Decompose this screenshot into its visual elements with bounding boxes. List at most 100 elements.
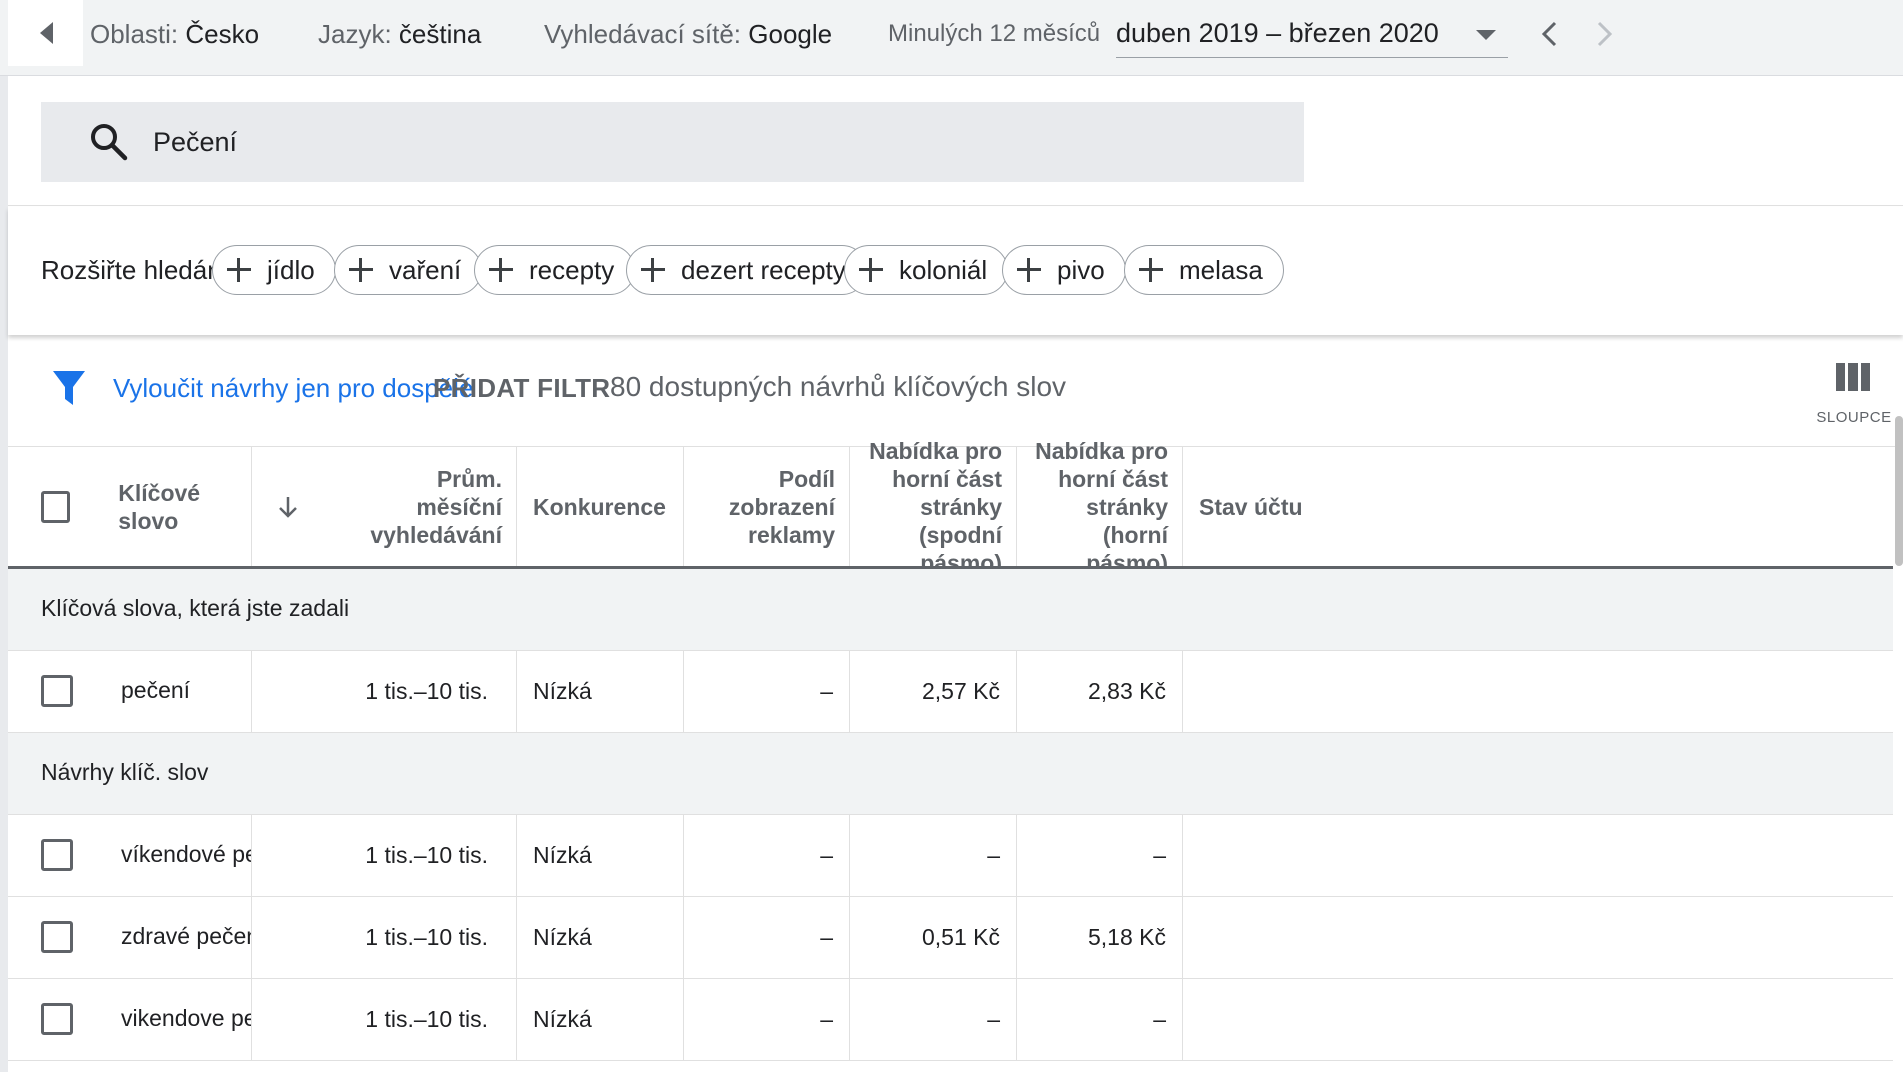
back-arrow-icon (39, 22, 53, 44)
back-button[interactable] (8, 0, 83, 66)
header-bid-high[interactable]: Nabídka pro horní část stránky (horní pá… (1017, 438, 1183, 576)
status-cell (1183, 815, 1893, 896)
exclude-adult-ideas-link[interactable]: Vyloučit návrhy jen pro dospělé (113, 373, 473, 404)
search-input[interactable] (153, 120, 1253, 164)
chip-pivo[interactable]: pivo (1002, 245, 1126, 295)
bid-low-cell: 0,51 Kč (850, 897, 1017, 978)
searches-cell: 1 tis.–10 tis. (252, 897, 517, 978)
columns-label: SLOUPCE (1816, 409, 1892, 426)
chip-recepty[interactable]: recepty (474, 245, 636, 295)
broaden-search-label: Rozšiřte hledání: (41, 255, 237, 285)
chip-melasa[interactable]: melasa (1124, 245, 1284, 295)
chip-dezert-recepty[interactable]: dezert recepty (626, 245, 867, 295)
main-panel: Rozšiřte hledání: jídlo vaření recepty d… (8, 76, 1903, 1072)
bid-low-cell: 2,57 Kč (850, 651, 1017, 732)
status-cell (1183, 651, 1893, 732)
bid-high-cell: 5,18 Kč (1017, 897, 1183, 978)
searches-cell: 1 tis.–10 tis. (252, 651, 517, 732)
chip-label: dezert recepty (681, 254, 846, 285)
header-keyword[interactable]: Klíčové slovo (8, 447, 252, 566)
row-checkbox[interactable] (41, 921, 73, 953)
table-row[interactable]: víkendové peč… 1 tis.–10 tis. Nízká – – … (8, 815, 1893, 897)
plus-icon (639, 256, 667, 284)
plus-icon (1137, 256, 1165, 284)
header-impression-share[interactable]: Podíl zobrazení reklamy (684, 447, 850, 566)
competition-cell: Nízká (517, 897, 684, 978)
bid-low-cell: – (850, 815, 1017, 896)
language-setting[interactable]: Jazyk: čeština (318, 18, 481, 50)
header-bid-low[interactable]: Nabídka pro horní část stránky (spodní p… (850, 438, 1017, 576)
group-label: Klíčová slova, která jste zadali (41, 595, 350, 621)
row-checkbox[interactable] (41, 839, 73, 871)
network-label: Vyhledávací sítě: (544, 19, 742, 49)
location-value: Česko (185, 19, 260, 49)
keyword-cell: vikendove pec… (8, 979, 252, 1060)
bid-high-cell: – (1017, 815, 1183, 896)
keyword-table: Klíčové slovo Prům. měsíční vyhledávání … (8, 438, 1893, 1061)
competition-cell: Nízká (517, 815, 684, 896)
chevron-right-icon (1597, 21, 1613, 47)
keyword-cell: zdravé pečení (8, 897, 252, 978)
share-cell: – (684, 979, 850, 1060)
location-label: Oblasti: (90, 19, 179, 49)
select-all-checkbox[interactable] (41, 490, 71, 523)
header-competition[interactable]: Konkurence (517, 447, 684, 566)
group-row-ideas: Návrhy klíč. slov (8, 733, 1893, 815)
keyword-text: vikendove pec… (121, 1005, 251, 1031)
searches-cell: 1 tis.–10 tis. (252, 979, 517, 1060)
status-cell (1183, 897, 1893, 978)
period-label: Minulých 12 měsíců (888, 20, 1101, 47)
previous-period-button[interactable] (1534, 16, 1564, 52)
add-filter-button[interactable]: PŘIDAT FILTR (433, 373, 610, 404)
period-dropdown[interactable]: duben 2019 – březen 2020 (1116, 14, 1508, 58)
table-header: Klíčové slovo Prům. měsíční vyhledávání … (8, 438, 1893, 576)
header-bid-low-label: Nabídka pro horní část stránky (spodní p… (869, 437, 1002, 576)
search-box[interactable] (41, 102, 1304, 182)
share-cell: – (684, 897, 850, 978)
share-cell: – (684, 815, 850, 896)
columns-button[interactable]: SLOUPCE (1804, 357, 1894, 427)
bid-low-cell: – (850, 979, 1017, 1060)
vertical-scrollbar[interactable] (1895, 416, 1903, 566)
chip-label: koloniál (899, 254, 988, 285)
chevron-left-icon (1541, 21, 1557, 47)
search-area (8, 76, 1903, 206)
bid-high-cell: – (1017, 979, 1183, 1060)
chip-vareni[interactable]: vaření (334, 245, 483, 295)
chip-jidlo[interactable]: jídlo (212, 245, 336, 295)
top-bar: Oblasti: Česko Jazyk: čeština Vyhledávac… (0, 0, 1903, 76)
broaden-search-area: Rozšiřte hledání: jídlo vaření recepty d… (8, 207, 1903, 335)
dropdown-caret-icon (1476, 30, 1496, 40)
header-keyword-label: Klíčové slovo (118, 479, 201, 534)
next-period-button[interactable] (1590, 16, 1620, 52)
keyword-text: zdravé pečení (121, 923, 252, 949)
chip-kolonial[interactable]: koloniál (844, 245, 1009, 295)
keyword-cell: pečení (8, 651, 252, 732)
header-avg-searches[interactable]: Prům. měsíční vyhledávání (252, 447, 517, 566)
chip-label: jídlo (267, 254, 315, 285)
row-checkbox[interactable] (41, 1003, 73, 1035)
header-account-status[interactable]: Stav účtu (1183, 447, 1893, 566)
keyword-text: pečení (121, 677, 191, 703)
group-label: Návrhy klíč. slov (41, 759, 209, 785)
plus-icon (347, 256, 375, 284)
table-row[interactable]: vikendove pec… 1 tis.–10 tis. Nízká – – … (8, 979, 1893, 1061)
plus-icon (225, 256, 253, 284)
row-checkbox[interactable] (41, 675, 73, 707)
location-setting[interactable]: Oblasti: Česko (90, 18, 259, 50)
status-cell (1183, 979, 1893, 1060)
filter-icon[interactable] (52, 369, 86, 409)
network-setting[interactable]: Vyhledávací sítě: Google (544, 18, 832, 50)
header-competition-label: Konkurence (533, 493, 666, 520)
language-value: čeština (398, 19, 482, 49)
header-bid-high-label: Nabídka pro horní část stránky (horní pá… (1035, 437, 1168, 576)
network-value: Google (748, 19, 833, 49)
chip-label: pivo (1057, 254, 1105, 285)
filter-bar: Vyloučit návrhy jen pro dospělé PŘIDAT F… (8, 335, 1903, 447)
table-row[interactable]: zdravé pečení 1 tis.–10 tis. Nízká – 0,5… (8, 897, 1893, 979)
table-row[interactable]: pečení 1 tis.–10 tis. Nízká – 2,57 Kč 2,… (8, 651, 1893, 733)
plus-icon (1015, 256, 1043, 284)
competition-cell: Nízká (517, 979, 684, 1060)
header-impression-share-label: Podíl zobrazení reklamy (728, 465, 835, 548)
keyword-text: víkendové peč… (121, 841, 251, 867)
